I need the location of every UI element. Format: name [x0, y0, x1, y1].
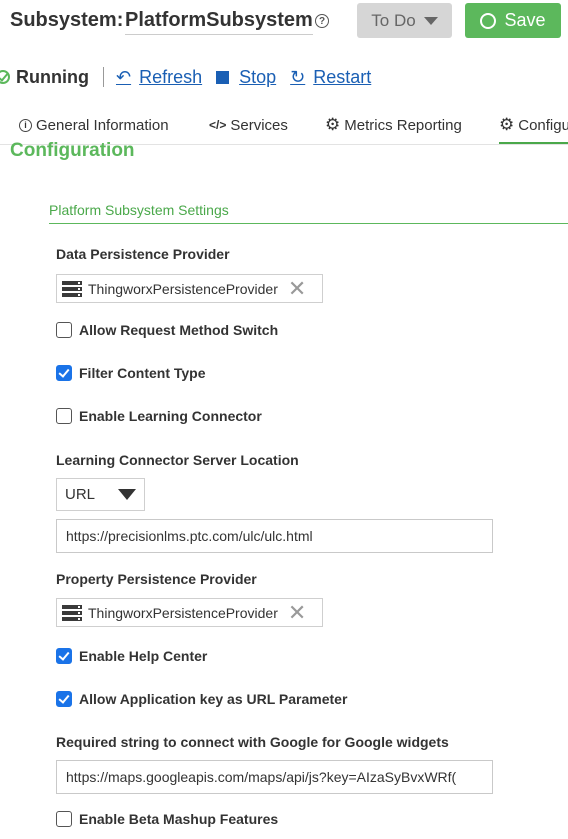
save-button[interactable]: Save	[465, 3, 561, 38]
checkbox-label: Allow Request Method Switch	[79, 322, 279, 338]
enable-learning-connector-row[interactable]: Enable Learning Connector	[56, 408, 262, 424]
location-type-select[interactable]: URL	[56, 478, 145, 511]
allow-request-method-switch-row[interactable]: Allow Request Method Switch	[56, 322, 278, 338]
circle-icon	[480, 12, 497, 29]
property-persistence-chip[interactable]: ThingworxPersistenceProvider ✕	[56, 598, 323, 627]
checkbox-label: Allow Application key as URL Parameter	[79, 691, 348, 707]
filter-content-type-row[interactable]: Filter Content Type	[56, 365, 206, 381]
property-persistence-label: Property Persistence Provider	[56, 571, 257, 587]
enable-beta-mashup-row[interactable]: Enable Beta Mashup Features	[56, 811, 278, 827]
tab-label: General Information	[36, 116, 169, 134]
divider	[102, 67, 104, 87]
database-icon	[62, 280, 82, 297]
tab-label: Services	[230, 116, 288, 134]
caret-down-icon	[118, 489, 136, 500]
close-icon[interactable]: ✕	[288, 277, 306, 299]
chip-value: ThingworxPersistenceProvider	[88, 604, 278, 621]
learning-connector-location-label: Learning Connector Server Location	[56, 452, 299, 468]
data-persistence-chip[interactable]: ThingworxPersistenceProvider ✕	[56, 274, 323, 303]
restart-label: Restart	[313, 66, 372, 87]
tab-services[interactable]: </> Services	[209, 108, 288, 142]
checkbox-label: Enable Help Center	[79, 648, 208, 664]
gear-icon: ⚙	[325, 115, 341, 134]
tab-general-information[interactable]: i General Information	[19, 108, 169, 142]
tab-label: Configu	[518, 116, 568, 134]
allow-app-key-url-row[interactable]: Allow Application key as URL Parameter	[56, 691, 347, 707]
todo-dropdown-button[interactable]: To Do	[357, 3, 452, 38]
refresh-icon: ↶	[115, 66, 132, 87]
enable-help-center-row[interactable]: Enable Help Center	[56, 648, 207, 664]
help-icon[interactable]: ?	[315, 14, 329, 28]
checkbox-label: Filter Content Type	[79, 365, 206, 381]
chip-value: ThingworxPersistenceProvider	[88, 280, 278, 297]
subsystem-name: PlatformSubsystem	[125, 9, 313, 35]
data-persistence-label: Data Persistence Provider	[56, 246, 230, 262]
tab-configuration[interactable]: ⚙ Configu	[499, 108, 568, 144]
running-check-icon	[0, 70, 10, 84]
subsystem-label: Subsystem:	[10, 9, 124, 31]
enable-help-center-checkbox[interactable]	[56, 648, 72, 664]
restart-link[interactable]: ↻ Restart	[290, 67, 371, 88]
tab-metrics-reporting[interactable]: ⚙ Metrics Reporting	[325, 108, 462, 142]
google-string-field[interactable]: https://maps.googleapis.com/maps/api/js?…	[56, 760, 493, 794]
code-icon: </>	[209, 118, 227, 132]
refresh-label: Refresh	[139, 66, 203, 87]
stop-icon	[216, 70, 230, 84]
allow-request-method-switch-checkbox[interactable]	[56, 322, 72, 338]
status-bar: Running ↶ Refresh Stop ↻ Restart	[0, 64, 385, 90]
caret-down-icon	[423, 16, 438, 25]
checkbox-label: Enable Learning Connector	[79, 408, 262, 424]
stop-link[interactable]: Stop	[216, 67, 276, 88]
database-icon	[62, 604, 82, 621]
select-value: URL	[65, 486, 96, 503]
google-string-label: Required string to connect with Google f…	[56, 734, 449, 750]
enable-beta-mashup-checkbox[interactable]	[56, 811, 72, 827]
tab-label: Metrics Reporting	[344, 116, 462, 134]
filter-content-type-checkbox[interactable]	[56, 365, 72, 381]
stop-label: Stop	[239, 66, 277, 87]
group-divider	[49, 223, 568, 224]
allow-app-key-url-checkbox[interactable]	[56, 691, 72, 707]
group-title: Platform Subsystem Settings	[49, 202, 229, 218]
page-title: Configuration	[10, 140, 135, 161]
restart-icon: ↻	[290, 66, 306, 87]
info-icon: i	[19, 118, 32, 132]
todo-label: To Do	[371, 10, 416, 30]
refresh-link[interactable]: ↶ Refresh	[116, 67, 202, 88]
save-label: Save	[504, 10, 546, 30]
checkbox-label: Enable Beta Mashup Features	[79, 811, 279, 827]
close-icon[interactable]: ✕	[288, 601, 306, 623]
enable-learning-connector-checkbox[interactable]	[56, 408, 72, 424]
learning-connector-url-field[interactable]: https://precisionlms.ptc.com/ulc/ulc.htm…	[56, 519, 493, 553]
running-status: Running	[16, 66, 89, 87]
gear-icon: ⚙	[499, 115, 515, 134]
